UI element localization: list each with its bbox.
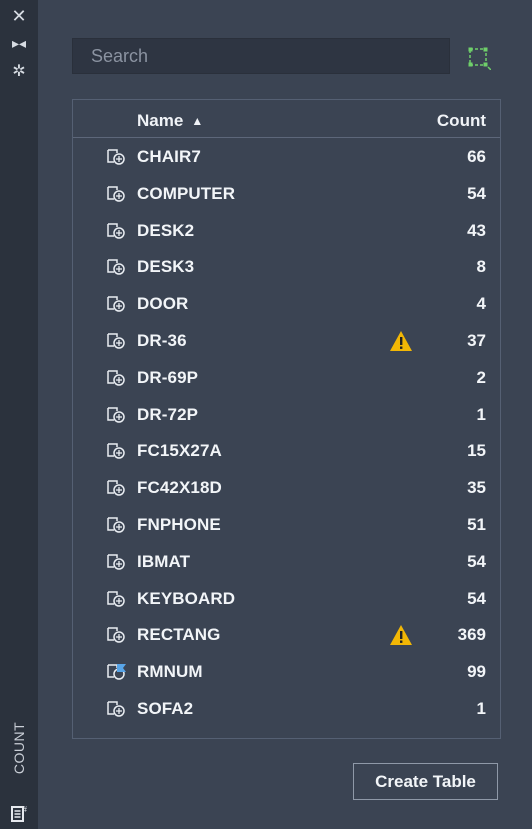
block-name: DESK2 (137, 220, 195, 240)
search-input[interactable] (73, 39, 449, 73)
block-name: DR-69P (137, 367, 199, 387)
table-row[interactable]: DESK2 43 (73, 212, 500, 249)
table-row[interactable]: CHAIR7 66 (73, 138, 500, 175)
table-row[interactable]: RMNUM 99 (73, 653, 500, 690)
block-count: 99 (467, 662, 486, 682)
block-count-icon (106, 406, 128, 424)
block-count-icon (106, 295, 128, 313)
block-count: 54 (467, 551, 486, 571)
table-row[interactable]: DR-69P 2 (73, 359, 500, 396)
block-count: 4 (476, 294, 486, 314)
svg-text:#: # (23, 805, 28, 814)
block-name: FNPHONE (137, 514, 221, 534)
block-count-icon (106, 222, 128, 240)
block-count: 54 (467, 183, 486, 203)
select-objects-button[interactable] (467, 46, 491, 70)
table-row[interactable]: KEYBOARD 54 (73, 580, 500, 617)
block-count-icon (106, 590, 128, 608)
block-name: DR-72P (137, 404, 199, 424)
count-palette: ✕ ▸◂ ✲ COUNT # Search Name ▲ Count CHAIR… (0, 0, 532, 829)
block-name: RMNUM (137, 662, 203, 682)
table-header: Name ▲ Count (73, 100, 500, 138)
block-name: COMPUTER (137, 183, 236, 203)
block-count-icon (106, 479, 128, 497)
block-count-icon (106, 258, 128, 276)
table-row[interactable]: COMPUTER 54 (73, 175, 500, 212)
block-count-icon (106, 516, 128, 534)
block-count: 369 (457, 625, 486, 645)
block-name: DESK3 (137, 257, 195, 277)
block-count: 43 (467, 220, 486, 240)
create-table-button[interactable]: Create Table (353, 763, 498, 800)
column-header-name[interactable]: Name ▲ (137, 111, 203, 131)
block-count: 15 (467, 441, 486, 461)
attribute-block-icon (106, 663, 128, 681)
block-name: SOFA2 (137, 698, 194, 718)
table-row[interactable]: SOFA2 1 (73, 690, 500, 727)
block-name: FC42X18D (137, 478, 222, 498)
table-row[interactable]: FC15X27A 15 (73, 432, 500, 469)
block-count-icon (106, 626, 128, 644)
table-row[interactable]: FC42X18D 35 (73, 469, 500, 506)
palette-content: Name ▲ Count CHAIR766COMPUTER54DESK243DE… (38, 0, 532, 829)
table-row[interactable]: RECTANG 369 (73, 616, 500, 653)
block-name: IBMAT (137, 551, 191, 571)
block-name: RECTANG (137, 625, 221, 645)
table-row[interactable]: DESK3 8 (73, 248, 500, 285)
settings-icon[interactable]: ✲ (8, 62, 30, 82)
block-count-icon (106, 185, 128, 203)
block-count-icon (106, 369, 128, 387)
count-palette-icon[interactable]: # (10, 803, 30, 823)
block-name: CHAIR7 (137, 147, 201, 166)
table-row[interactable]: DR-36 37 (73, 322, 500, 359)
table-row[interactable]: DR-72P 1 (73, 396, 500, 433)
table-row[interactable]: DOOR 4 (73, 285, 500, 322)
palette-title-text: COUNT (11, 721, 27, 774)
block-count: 54 (467, 588, 486, 608)
block-count: 1 (476, 698, 486, 718)
table-row[interactable]: FNPHONE 51 (73, 506, 500, 543)
search-box[interactable] (72, 38, 450, 74)
block-count-icon (106, 442, 128, 460)
block-count-icon (106, 332, 128, 350)
block-count: 35 (467, 478, 486, 498)
block-count: 2 (476, 367, 486, 387)
select-objects-icon (468, 47, 491, 70)
column-header-name-label: Name (137, 111, 184, 130)
auto-hide-icon[interactable]: ▸◂ (8, 33, 30, 53)
count-palette-icon-svg: # (11, 805, 28, 822)
sort-ascending-icon: ▲ (191, 114, 204, 128)
block-name: DR-36 (137, 330, 187, 350)
warning-icon[interactable] (389, 624, 413, 646)
block-count-icon (106, 148, 128, 166)
close-icon[interactable]: ✕ (8, 6, 30, 26)
block-count: 66 (467, 147, 486, 166)
block-count-icon (106, 700, 128, 718)
warning-icon[interactable] (389, 330, 413, 352)
table-body: CHAIR7 66 COMPUTER 54 DESK2 43 DESK3 8 DOOR 4 DR-3… (73, 138, 500, 738)
block-count-icon (106, 553, 128, 571)
block-name: DOOR (137, 294, 189, 314)
palette-title: COUNT (5, 700, 33, 795)
block-count: 37 (467, 330, 486, 350)
column-header-count[interactable]: Count (437, 111, 486, 131)
table-row[interactable]: IBMAT 54 (73, 543, 500, 580)
block-count: 51 (467, 514, 486, 534)
block-name: KEYBOARD (137, 588, 236, 608)
block-count: 8 (476, 257, 486, 277)
palette-sidebar: ✕ ▸◂ ✲ COUNT # (0, 0, 38, 829)
block-count: 1 (476, 404, 486, 424)
count-table: Name ▲ Count CHAIR7 66 COMPUTER 54 DESK2 43 DE… (72, 99, 501, 739)
block-name: FC15X27A (137, 441, 222, 461)
